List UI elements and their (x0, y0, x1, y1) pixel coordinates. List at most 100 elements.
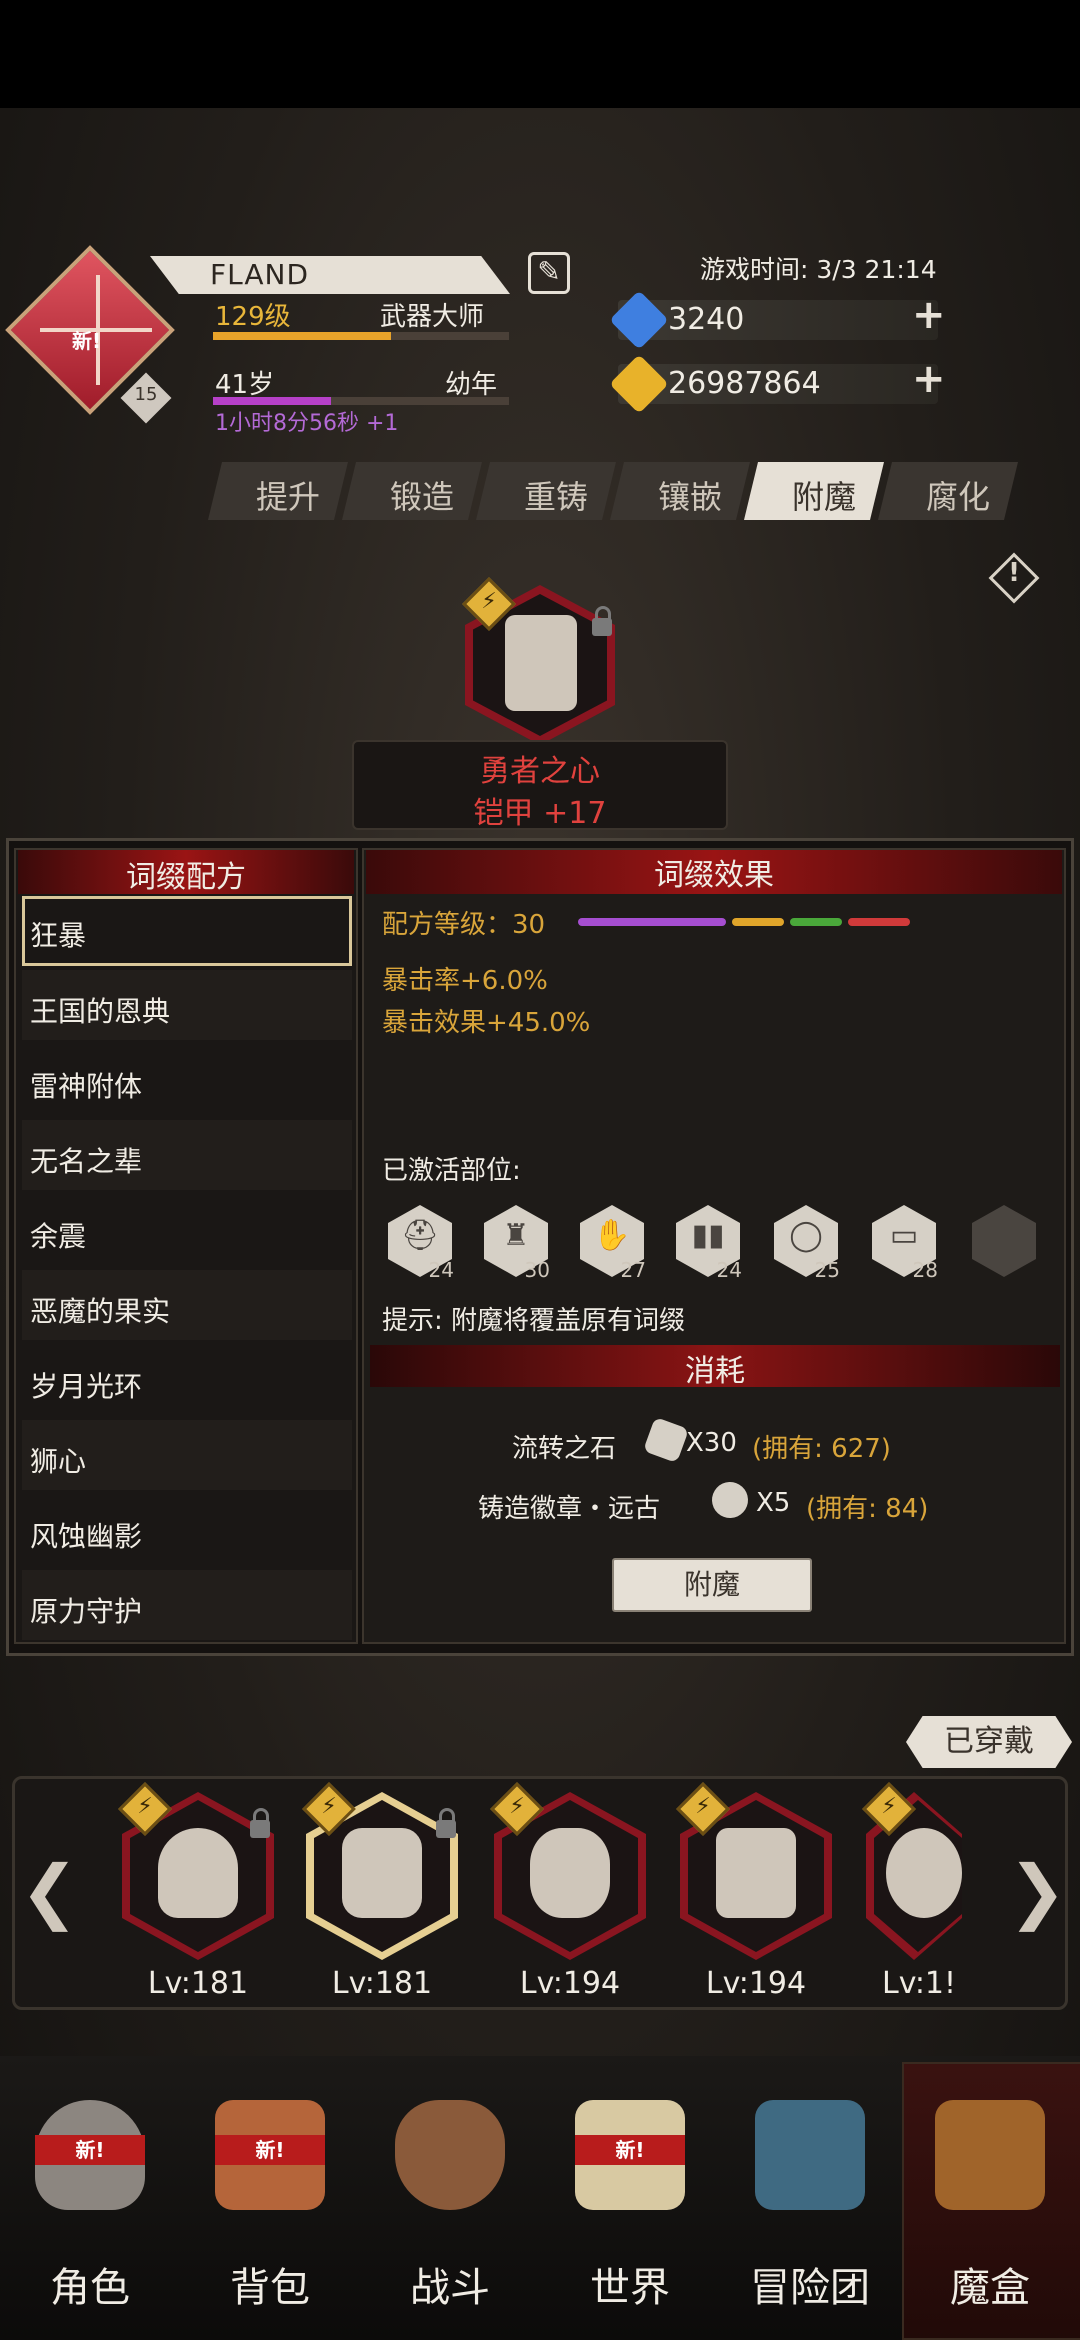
age-label: 41岁 (215, 370, 275, 400)
chevron-right-icon[interactable]: ❯ (1008, 1850, 1067, 1932)
cost-title: 消耗 (685, 1354, 745, 1389)
lock-icon (436, 1808, 456, 1838)
lock-icon (250, 1808, 270, 1838)
gem-amount: 3240 (668, 302, 745, 337)
featured-item-name: 勇者之心 (480, 754, 600, 789)
level-segment-green (790, 918, 842, 926)
shield-sword-icon (395, 2100, 505, 2210)
recipe-item-label: 岁月光环 (30, 1370, 143, 1403)
activated-label: 已激活部位: (382, 1156, 521, 1186)
slot-count: 30 (524, 1258, 550, 1282)
age-stage: 幼年 (445, 370, 498, 400)
featured-item-sub: 铠甲 +17 (473, 796, 607, 831)
new-badge: 新! (575, 2135, 685, 2165)
edit-icon[interactable]: ✎ (528, 252, 570, 294)
name-bar (150, 256, 510, 294)
slot-count: 27 (620, 1258, 646, 1282)
cost-item2-qty: X5 (756, 1488, 791, 1518)
glove-icon (530, 1828, 610, 1918)
cost-item2-owned: (拥有: 84) (806, 1494, 929, 1524)
tab-corrupt-label: 腐化 (925, 478, 990, 516)
slot-count: 25 (814, 1258, 840, 1282)
rank-level: 15 (134, 384, 158, 405)
armor-icon (342, 1828, 422, 1918)
recipe-item-label: 狮心 (30, 1445, 87, 1478)
enchant-hint: 提示: 附魔将覆盖原有词缀 (382, 1306, 686, 1336)
glove-glyph: ✋ (593, 1218, 631, 1253)
cost-item1-owned: (拥有: 627) (752, 1434, 891, 1464)
nav-label: 背包 (230, 2265, 310, 2311)
game-screen: 新! 15 FLAND ✎ 游戏时间: 3/3 21:14 129级 武器大师 … (0, 0, 1080, 2340)
stat-crit-rate: 暴击率+6.0% (382, 966, 548, 996)
level-bar (213, 332, 509, 340)
lock-icon (592, 606, 612, 636)
recipe-item-label: 无名之辈 (30, 1145, 143, 1178)
gold-amount: 26987864 (668, 366, 821, 401)
recipe-item-label: 恶魔的果实 (30, 1295, 171, 1328)
add-gold-button[interactable]: + (912, 356, 946, 402)
recipe-item-label: 雷神附体 (30, 1070, 143, 1103)
carousel-item-level: Lv:181 (147, 1966, 249, 2001)
cost-item1-name: 流转之石 (512, 1434, 617, 1464)
age-bar (213, 397, 509, 405)
helmet-icon (158, 1828, 238, 1918)
level-segment-purple (578, 918, 726, 926)
recipe-item-label: 原力守护 (30, 1595, 143, 1628)
enchant-button[interactable]: 附魔 (612, 1558, 812, 1612)
recipe-item-label: 余震 (30, 1220, 87, 1253)
level-bar-fill (213, 332, 391, 340)
helmet-glyph: ⛑ (400, 1218, 440, 1253)
boots-icon (716, 1828, 796, 1918)
level-label: 129级 (215, 302, 291, 332)
effect-title: 词缀效果 (654, 858, 774, 893)
slot-count: 28 (912, 1258, 938, 1282)
level-segment-red (848, 918, 910, 926)
bolt-icon: ⚡ (137, 1794, 153, 1819)
recipe-item-label: 王国的恩典 (30, 995, 171, 1028)
ring-glyph: ◯ (789, 1218, 823, 1253)
bolt-icon: ⚡ (481, 589, 497, 614)
bolt-icon: ⚡ (509, 1794, 525, 1819)
recipe-level: 配方等级：30 (382, 910, 546, 940)
age-bar-fill (213, 397, 332, 405)
new-badge: 新! (35, 2135, 145, 2165)
tab-recast-label: 重铸 (523, 478, 588, 516)
rank-new-tag: 新! (72, 329, 102, 353)
armor-icon (505, 615, 577, 711)
carousel-item-level: Lv:181 (331, 1966, 433, 2001)
bolt-icon: ⚡ (321, 1794, 337, 1819)
bolt-icon: ⚡ (695, 1794, 711, 1819)
nav-label: 冒险团 (750, 2265, 870, 2311)
carousel-item-level: Lv:194 (519, 1966, 621, 2001)
magic-box-icon (935, 2100, 1045, 2210)
stat-crit-damage: 暴击效果+45.0% (382, 1008, 591, 1038)
chevron-left-icon[interactable]: ❮ (20, 1850, 79, 1932)
tab-inlay-label: 镶嵌 (657, 478, 722, 516)
castle-icon (755, 2100, 865, 2210)
info-icon-mark: ! (1008, 558, 1020, 588)
nav-label: 战斗 (410, 2265, 490, 2311)
recipe-item-label: 风蚀幽影 (30, 1520, 143, 1553)
recipe-item-label: 狂暴 (30, 919, 87, 952)
belt-glyph: ▭ (889, 1218, 919, 1253)
level-segment-orange (732, 918, 784, 926)
tab-enchant-label: 附魔 (791, 478, 856, 516)
ring-icon (886, 1828, 962, 1918)
slot-count: 24 (428, 1258, 454, 1282)
tab-forge-label: 锻造 (389, 478, 454, 516)
age-timer: 1小时8分56秒 +1 (215, 411, 399, 436)
player-name: FLAND (210, 258, 310, 291)
cost-item2-name: 铸造徽章・远古 (478, 1494, 661, 1524)
nav-label: 角色 (50, 2265, 130, 2311)
carousel-item-level: Lv:194 (705, 1966, 807, 2001)
status-bar (0, 0, 1080, 108)
slot-count: 24 (716, 1258, 742, 1282)
bolt-icon: ⚡ (881, 1794, 897, 1819)
armor-glyph: ♜ (502, 1218, 530, 1253)
boots-glyph: ▮▮ (691, 1218, 725, 1253)
equipped-filter-button[interactable]: 已穿戴 (906, 1716, 1072, 1768)
cost-item1-qty: X30 (686, 1428, 737, 1458)
carousel-item-level: Lv:1! (882, 1966, 957, 2001)
add-gems-button[interactable]: + (912, 292, 946, 338)
nav-label: 魔盒 (950, 2265, 1030, 2311)
